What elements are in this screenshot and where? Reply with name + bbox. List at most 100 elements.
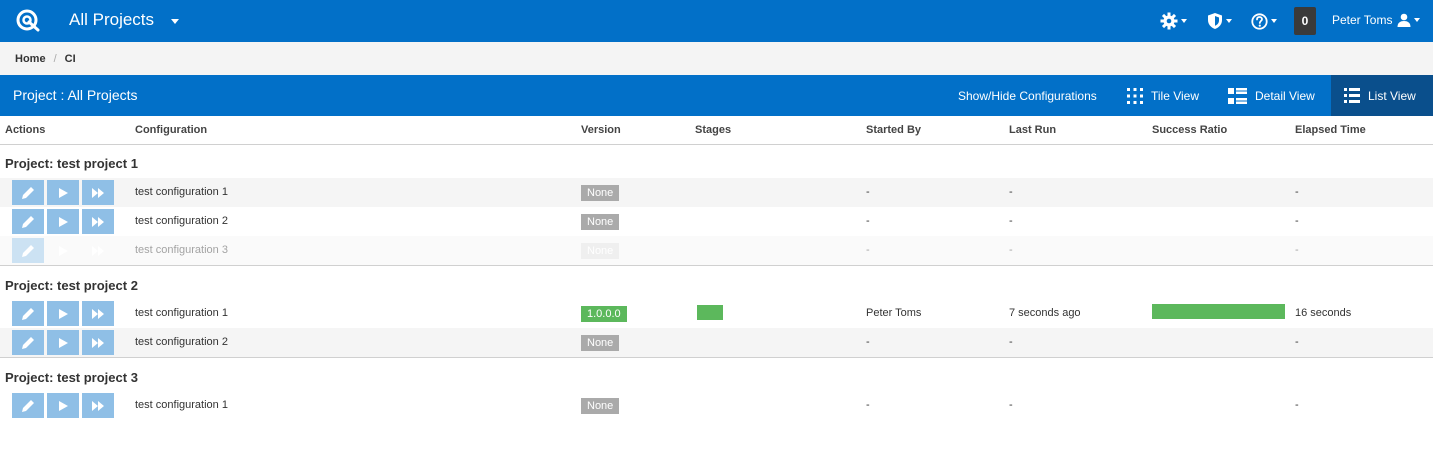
detail-view-label: Detail View — [1255, 88, 1315, 103]
configuration-name[interactable]: test configuration 1 — [135, 307, 228, 319]
fast-forward-icon — [92, 216, 104, 227]
group-divider — [0, 265, 1433, 266]
help-menu[interactable] — [1251, 11, 1277, 31]
started-by-value: - — [866, 399, 870, 411]
version-badge: None — [581, 214, 620, 230]
edit-button[interactable] — [12, 209, 44, 234]
play-icon — [59, 400, 68, 411]
chevron-down-icon[interactable] — [171, 19, 179, 24]
started-by-value: - — [866, 215, 870, 227]
run-all-button[interactable] — [82, 301, 114, 326]
show-hide-label: Show/Hide Configurations — [958, 88, 1097, 103]
last-run-value: - — [1009, 215, 1013, 227]
tile-view-button[interactable]: Tile View — [1127, 75, 1199, 116]
chevron-down-icon — [1414, 18, 1421, 22]
last-run-value: 7 seconds ago — [1009, 307, 1081, 319]
run-button[interactable] — [47, 209, 79, 234]
show-hide-configurations-button[interactable]: Show/Hide Configurations — [958, 75, 1097, 116]
chevron-down-icon — [1271, 19, 1277, 23]
table-row[interactable]: test configuration 3 None - - - — [0, 236, 1433, 265]
configuration-name[interactable]: test configuration 2 — [135, 336, 228, 348]
edit-button[interactable] — [12, 330, 44, 355]
run-button[interactable] — [47, 330, 79, 355]
list-icon — [1344, 88, 1360, 103]
app-title[interactable]: All Projects — [69, 10, 154, 30]
run-all-button[interactable] — [82, 209, 114, 234]
app-logo-icon[interactable] — [14, 8, 42, 34]
version-badge[interactable]: 1.0.0.0 — [581, 306, 627, 322]
settings-menu[interactable] — [1160, 11, 1187, 31]
run-button[interactable] — [47, 393, 79, 418]
breadcrumb-home[interactable]: Home — [15, 53, 46, 65]
version-badge: None — [581, 243, 620, 259]
table-row[interactable]: test configuration 1 None - - - — [0, 178, 1433, 207]
project-group-title: Project: test project 1 — [5, 156, 138, 171]
elapsed-time-value: - — [1295, 336, 1299, 348]
user-menu[interactable]: Peter Toms — [1332, 13, 1421, 27]
pencil-icon — [22, 186, 34, 199]
column-header-configuration[interactable]: Configuration — [135, 124, 207, 136]
help-icon — [1251, 12, 1268, 30]
edit-button[interactable] — [12, 393, 44, 418]
chevron-down-icon — [1181, 19, 1187, 23]
version-badge: None — [581, 185, 620, 201]
table-row[interactable]: test configuration 1 1.0.0.0 Peter Toms … — [0, 299, 1433, 328]
table-row[interactable]: test configuration 2 None - - - — [0, 207, 1433, 236]
page-title: Project : All Projects — [13, 87, 138, 103]
run-all-button[interactable] — [82, 330, 114, 355]
fast-forward-icon — [92, 308, 104, 319]
play-icon — [59, 337, 68, 348]
run-all-button[interactable] — [82, 180, 114, 205]
table-row[interactable]: test configuration 1 None - - - — [0, 391, 1433, 420]
edit-button[interactable] — [12, 180, 44, 205]
play-icon — [59, 216, 68, 227]
elapsed-time-value: - — [1295, 186, 1299, 198]
project-group-title: Project: test project 3 — [5, 370, 138, 385]
play-icon — [59, 187, 68, 198]
run-button[interactable] — [47, 180, 79, 205]
elapsed-time-value: - — [1295, 399, 1299, 411]
run-button[interactable] — [47, 301, 79, 326]
started-by-value: - — [866, 336, 870, 348]
last-run-value: - — [1009, 336, 1013, 348]
pencil-icon — [22, 336, 34, 349]
configuration-name[interactable]: test configuration 1 — [135, 186, 228, 198]
column-header-started-by[interactable]: Started By — [866, 124, 921, 136]
pencil-icon — [22, 215, 34, 228]
list-view-button[interactable]: List View — [1331, 75, 1433, 116]
column-header-stages: Stages — [695, 124, 732, 136]
elapsed-time-value: - — [1295, 244, 1299, 256]
started-by-value: Peter Toms — [866, 307, 922, 319]
version-badge: None — [581, 335, 620, 351]
last-run-value: - — [1009, 186, 1013, 198]
run-all-button — [82, 238, 114, 263]
notification-counter[interactable]: 0 — [1294, 7, 1316, 35]
play-icon — [59, 245, 68, 256]
column-header-elapsed-time[interactable]: Elapsed Time — [1295, 124, 1366, 136]
configuration-name[interactable]: test configuration 1 — [135, 399, 228, 411]
detail-list-icon — [1228, 87, 1247, 104]
edit-button[interactable] — [12, 238, 44, 263]
breadcrumb-current: CI — [64, 52, 76, 65]
configuration-name[interactable]: test configuration 2 — [135, 215, 228, 227]
version-badge: None — [581, 398, 620, 414]
fast-forward-icon — [92, 400, 104, 411]
chevron-down-icon — [1226, 19, 1232, 23]
shield-icon — [1208, 13, 1222, 29]
detail-view-button[interactable]: Detail View — [1228, 75, 1315, 116]
security-menu[interactable] — [1207, 11, 1232, 31]
group-divider — [0, 357, 1433, 358]
user-icon — [1397, 13, 1411, 27]
configuration-name[interactable]: test configuration 3 — [135, 244, 228, 256]
run-all-button[interactable] — [82, 393, 114, 418]
table-row[interactable]: test configuration 2 None - - - — [0, 328, 1433, 357]
edit-button[interactable] — [12, 301, 44, 326]
stage-success-indicator[interactable] — [697, 305, 723, 320]
column-header-version[interactable]: Version — [581, 124, 621, 136]
breadcrumb: Home / CI — [0, 42, 1433, 75]
success-ratio-bar — [1152, 304, 1285, 319]
elapsed-time-value: 16 seconds — [1295, 307, 1352, 319]
column-header-last-run[interactable]: Last Run — [1009, 124, 1056, 136]
column-header-success-ratio[interactable]: Success Ratio — [1152, 124, 1227, 136]
tile-view-label: Tile View — [1151, 88, 1200, 103]
